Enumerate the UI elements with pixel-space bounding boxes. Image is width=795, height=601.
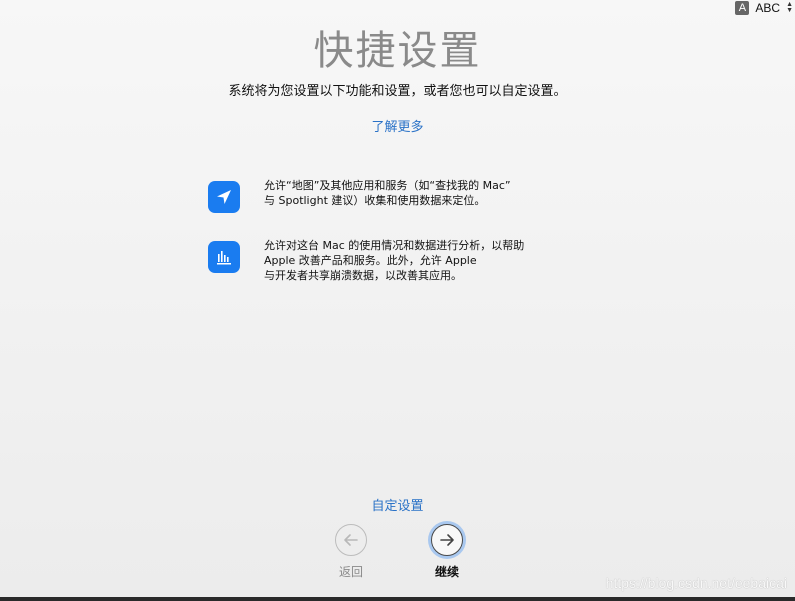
watermark-text: https://blog.csdn.net/eebaicai xyxy=(605,575,787,591)
analytics-chart-icon xyxy=(208,241,240,273)
feature-analytics: 允许对这台 Mac 的使用情况和数据进行分析，以帮助 Apple 改善产品和服务… xyxy=(208,238,564,283)
chevron-updown-icon: ▲ ▼ xyxy=(786,1,793,14)
feature-text-line: Apple 改善产品和服务。此外，允许 Apple xyxy=(264,254,477,267)
feature-analytics-text: 允许对这台 Mac 的使用情况和数据进行分析，以帮助 Apple 改善产品和服务… xyxy=(264,238,564,283)
feature-text-line: 允许“地图”及其他应用和服务（如“查找我的 Mac” xyxy=(264,179,511,192)
input-source-label: ABC xyxy=(755,1,781,15)
location-arrow-icon xyxy=(208,181,240,213)
feature-location-text: 允许“地图”及其他应用和服务（如“查找我的 Mac” 与 Spotlight 建… xyxy=(264,178,564,208)
bottom-edge xyxy=(0,597,795,601)
feature-text-line: 与 Spotlight 建议）收集和使用数据来定位。 xyxy=(264,194,486,207)
page-title: 快捷设置 xyxy=(313,28,482,74)
learn-more-link[interactable]: 了解更多 xyxy=(0,116,795,135)
back-button[interactable]: 返回 xyxy=(321,524,381,580)
page-subtitle: 系统将为您设置以下功能和设置，或者您也可以自定设置。 xyxy=(228,84,567,99)
feature-location: 允许“地图”及其他应用和服务（如“查找我的 Mac” 与 Spotlight 建… xyxy=(208,178,564,213)
feature-text-line: 允许对这台 Mac 的使用情况和数据进行分析，以帮助 xyxy=(264,239,525,252)
back-arrow-icon xyxy=(335,524,367,556)
continue-button-label: 继续 xyxy=(434,565,459,579)
input-source-menu[interactable]: A ABC ▲ ▼ xyxy=(735,1,793,15)
back-button-label: 返回 xyxy=(338,565,363,579)
feature-text-line: 与开发者共享崩溃数据，以改善其应用。 xyxy=(264,269,462,282)
custom-setup-link[interactable]: 自定设置 xyxy=(0,495,795,514)
input-source-badge: A xyxy=(735,1,750,15)
continue-button[interactable]: 继续 xyxy=(417,524,477,580)
forward-arrow-icon xyxy=(431,524,463,556)
